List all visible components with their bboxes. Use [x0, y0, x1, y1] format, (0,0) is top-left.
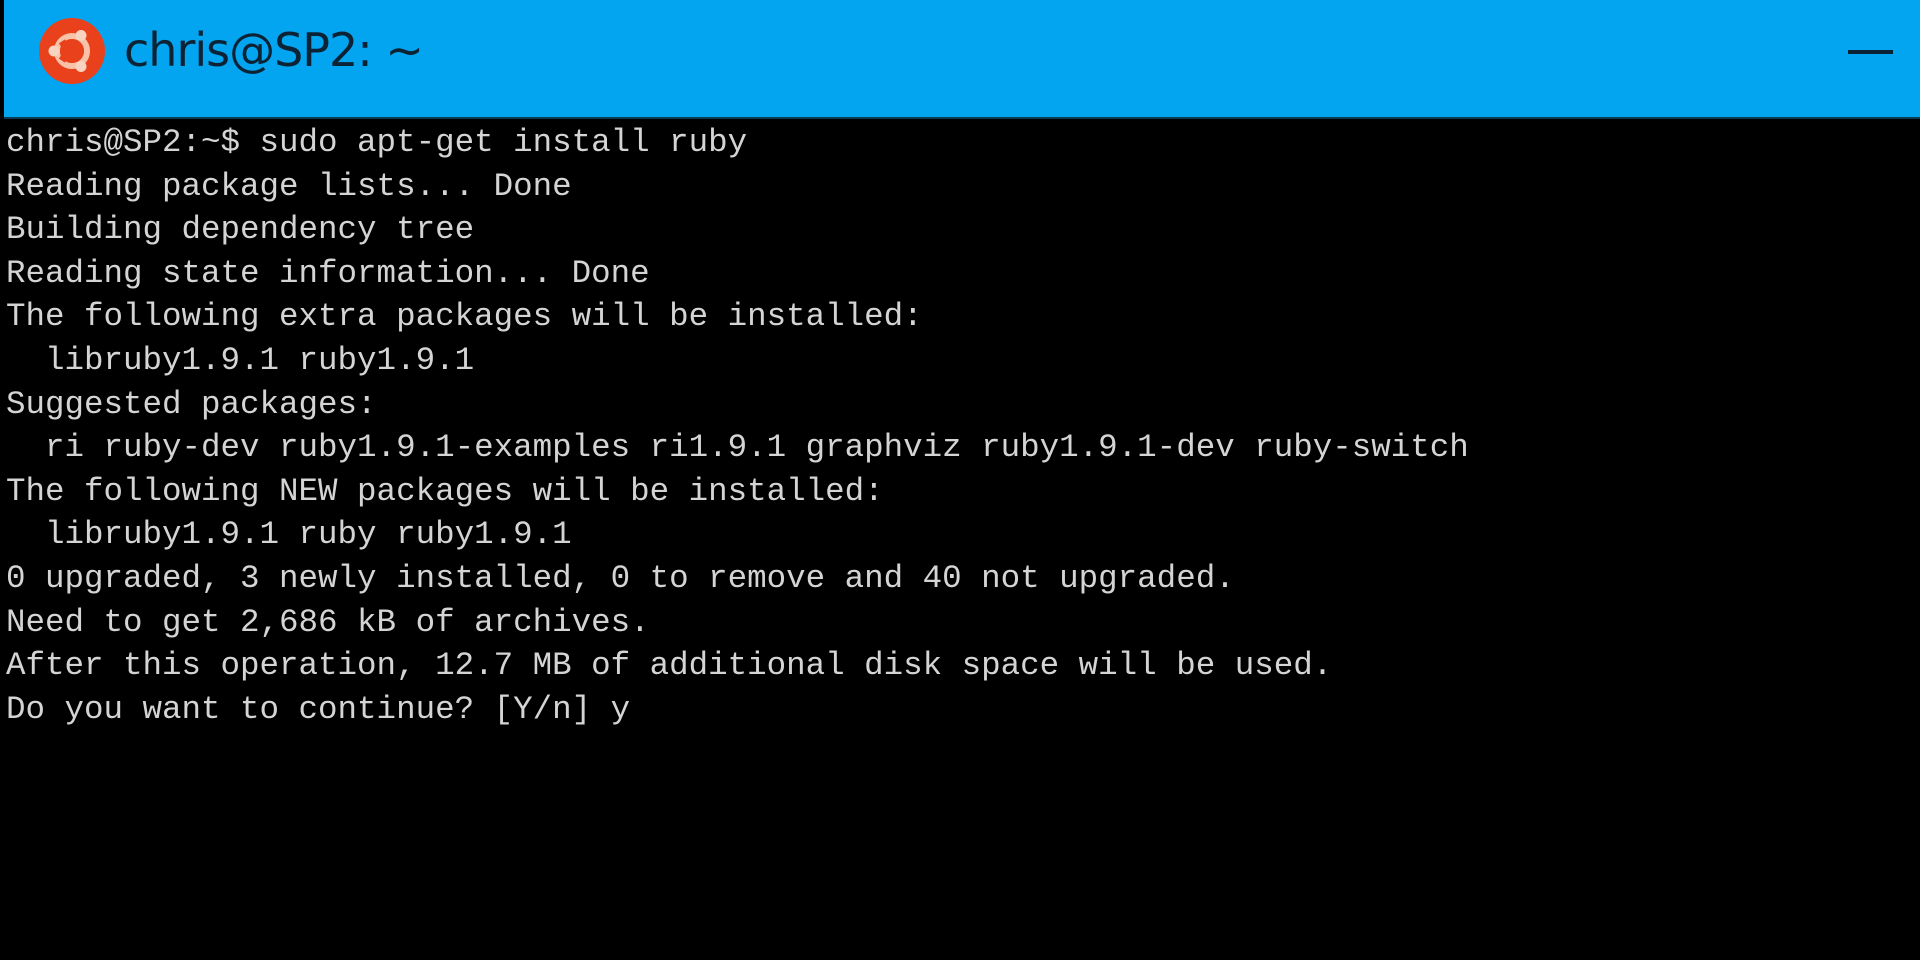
output-line: Do you want to continue? [Y/n] y	[6, 690, 631, 728]
output-line: The following NEW packages will be insta…	[6, 472, 884, 510]
minimize-icon	[1848, 50, 1893, 54]
output-line: Reading state information... Done	[6, 254, 650, 292]
output-line: Suggested packages:	[6, 385, 377, 423]
window-title: chris@SP2: ~	[124, 23, 424, 77]
output-line: 0 upgraded, 3 newly installed, 0 to remo…	[6, 560, 1235, 597]
terminal-output[interactable]: chris@SP2:~$ sudo apt-get install ruby Re…	[4, 119, 1920, 960]
output-line: Need to get 2,686 kB of archives.	[6, 603, 650, 641]
title-bar[interactable]: chris@SP2: ~	[4, 0, 1920, 119]
output-line: ri ruby-dev ruby1.9.1-examples ri1.9.1 g…	[6, 429, 1469, 467]
command-line: chris@SP2:~$ sudo apt-get install ruby	[6, 124, 748, 161]
terminal-window: chris@SP2: ~ chris@SP2:~$ sudo apt-get i…	[0, 0, 1920, 960]
output-line: libruby1.9.1 ruby1.9.1	[6, 342, 475, 379]
output-line: Building dependency tree	[6, 211, 475, 249]
output-line: libruby1.9.1 ruby ruby1.9.1	[6, 516, 572, 554]
output-line: Reading package lists... Done	[6, 167, 572, 205]
output-line: After this operation, 12.7 MB of additio…	[6, 647, 1333, 685]
minimize-button[interactable]	[1790, 0, 1920, 105]
ubuntu-logo-icon	[38, 17, 106, 85]
output-line: The following extra packages will be ins…	[6, 298, 923, 336]
